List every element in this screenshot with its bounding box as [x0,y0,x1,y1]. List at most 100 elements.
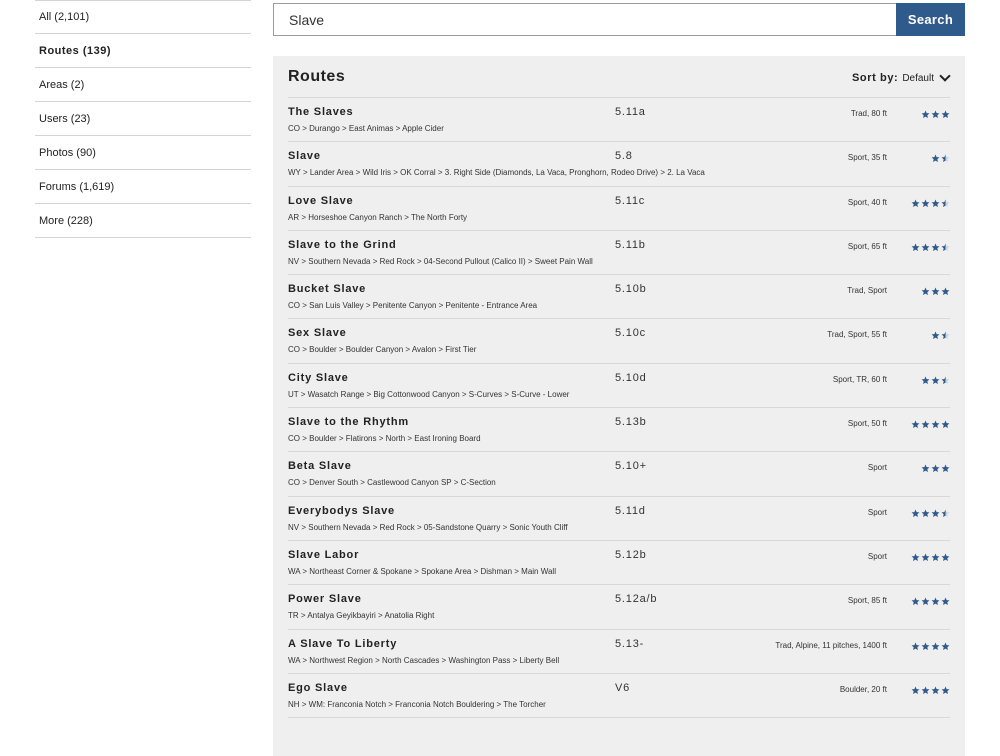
star-icon [940,416,950,433]
route-location-path[interactable]: TR > Antalya Geyikbayiri > Anatolia Righ… [288,611,434,620]
route-name-link[interactable]: Ego Slave [288,682,348,694]
route-name-link[interactable]: Everybodys Slave [288,505,395,517]
route-location-path[interactable]: CO > Denver South > Castlewood Canyon SP… [288,478,496,487]
route-location-path[interactable]: CO > San Luis Valley > Penitente Canyon … [288,301,537,310]
panel-title: Routes [288,68,346,85]
route-type: Sport, TR, 60 ft [832,374,887,384]
route-type: Sport, 65 ft [847,241,887,251]
route-row: The Slaves CO > Durango > East Animas > A… [288,98,950,143]
star-icon [940,106,950,123]
sidebar-item-routes[interactable]: Routes (139) [35,34,251,68]
star-icon [930,239,940,256]
star-icon [930,150,940,167]
star-icon [910,195,920,212]
route-name-link[interactable]: Bucket Slave [288,283,366,295]
sidebar-item-more[interactable]: More (228) [35,204,251,238]
star-rating [910,150,950,168]
route-location-path[interactable]: AR > Horseshoe Canyon Ranch > The North … [288,213,467,222]
route-location-path[interactable]: CO > Boulder > Boulder Canyon > Avalon >… [288,345,476,354]
star-icon [930,505,940,522]
routes-list: The Slaves CO > Durango > East Animas > A… [288,97,950,719]
star-icon [920,549,930,566]
star-icon [920,593,930,610]
route-location-path[interactable]: WY > Lander Area > Wild Iris > OK Corral… [288,168,705,177]
route-type: Sport, 50 ft [847,419,887,429]
sort-label: Sort by: [851,72,899,84]
star-icon [920,283,930,300]
search-button[interactable]: Search [896,3,965,36]
half-star-icon [940,195,950,212]
sort-dropdown[interactable]: Sort by: Default [851,70,951,84]
route-name-link[interactable]: A Slave To Liberty [288,638,397,650]
star-rating [910,682,950,700]
sidebar-item-photos[interactable]: Photos (90) [35,136,251,170]
route-location-path[interactable]: NV > Southern Nevada > Red Rock > 04-Sec… [288,257,593,266]
route-type: Trad, Sport, 55 ft [827,330,887,340]
star-icon [920,416,930,433]
route-name-link[interactable]: Beta Slave [288,460,352,472]
star-icon [930,638,940,655]
sidebar-item-users[interactable]: Users (23) [35,102,251,136]
star-icon [920,682,930,699]
star-icon [930,106,940,123]
route-location-path[interactable]: WA > Northeast Corner & Spokane > Spokan… [288,567,556,576]
star-icon [930,549,940,566]
star-icon [920,195,930,212]
route-type: Sport [867,463,887,473]
route-row: Everybodys Slave NV > Southern Nevada > R… [288,497,950,541]
star-icon [930,327,940,344]
star-icon [940,283,950,300]
route-grade: 5.11b [615,238,646,251]
route-name-link[interactable]: Slave [288,150,321,162]
route-name-link[interactable]: Sex Slave [288,327,347,339]
star-icon [940,682,950,699]
route-type: Sport [867,507,887,517]
route-name-link[interactable]: Slave to the Grind [288,239,397,251]
route-type: Boulder, 20 ft [839,684,887,694]
half-star-icon [940,505,950,522]
route-grade: 5.11d [615,504,646,517]
star-icon [920,460,930,477]
star-rating [910,593,950,611]
star-rating [910,106,950,124]
route-name-link[interactable]: Power Slave [288,593,362,605]
route-location-path[interactable]: NH > WM: Franconia Notch > Franconia Not… [288,700,546,709]
sidebar-item-areas[interactable]: Areas (2) [35,68,251,102]
star-icon [930,416,940,433]
star-icon [930,460,940,477]
results-panel: Routes Sort by: Default The Slaves CO > D… [273,56,965,756]
star-icon [940,549,950,566]
sort-value: Default [902,72,934,84]
star-icon [920,106,930,123]
route-row: Power Slave TR > Antalya Geyikbayiri > An… [288,585,950,630]
star-icon [910,682,920,699]
sidebar-item-forums[interactable]: Forums (1,619) [35,170,251,204]
star-rating [910,372,950,390]
route-row: Bucket Slave CO > San Luis Valley > Penit… [288,275,950,320]
star-rating [910,239,950,257]
route-location-path[interactable]: WA > Northwest Region > North Cascades >… [288,656,559,665]
half-star-icon [940,372,950,389]
route-name-link[interactable]: Slave Labor [288,549,359,561]
route-row: City Slave UT > Wasatch Range > Big Cotto… [288,364,950,409]
route-row: Love Slave AR > Horseshoe Canyon Ranch > … [288,187,950,231]
route-grade: V6 [615,681,631,694]
route-name-link[interactable]: Slave to the Rhythm [288,416,409,428]
route-location-path[interactable]: CO > Durango > East Animas > Apple Cider [288,124,444,133]
star-icon [940,460,950,477]
sidebar-item-all[interactable]: All (2,101) [35,0,251,34]
route-name-link[interactable]: Love Slave [288,195,353,207]
star-icon [920,372,930,389]
route-location-path[interactable]: NV > Southern Nevada > Red Rock > 05-San… [288,523,568,532]
route-grade: 5.12b [615,548,647,561]
star-icon [910,239,920,256]
route-row: Ego Slave NH > WM: Franconia Notch > Fran… [288,674,950,719]
star-icon [930,195,940,212]
star-icon [930,682,940,699]
route-name-link[interactable]: The Slaves [288,106,353,118]
star-icon [910,638,920,655]
route-location-path[interactable]: UT > Wasatch Range > Big Cottonwood Cany… [288,390,569,399]
search-input[interactable] [273,3,896,36]
route-name-link[interactable]: City Slave [288,372,349,384]
route-location-path[interactable]: CO > Boulder > Flatirons > North > East … [288,434,481,443]
